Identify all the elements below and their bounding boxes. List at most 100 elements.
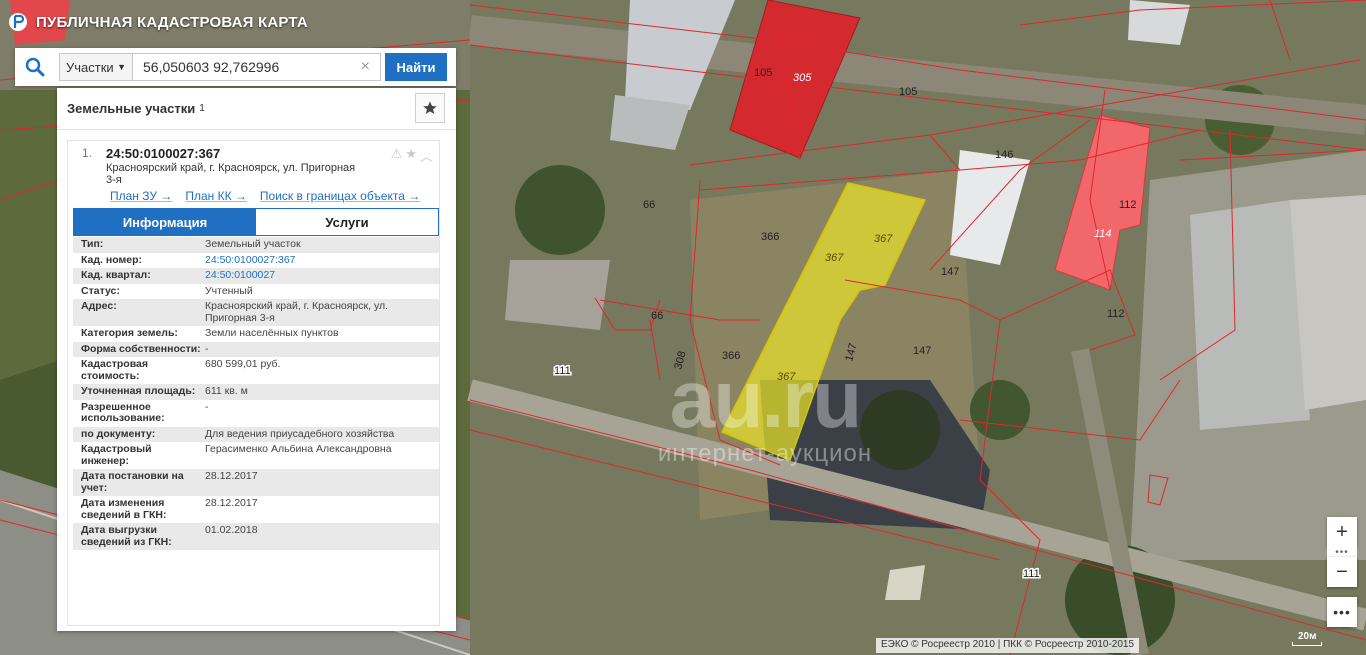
plot-label: 367 xyxy=(874,233,893,245)
plot-label: 66 xyxy=(643,199,655,211)
chevron-down-icon: ▼ xyxy=(117,62,126,72)
star-icon[interactable]: ★ xyxy=(405,146,417,165)
info-label: Кадастровый инженер: xyxy=(81,443,152,467)
chevron-up-icon[interactable]: ︿ xyxy=(420,146,433,165)
result-header: 1. 24:50:0100027:367 Красноярский край, … xyxy=(68,141,439,207)
info-row: Категория земель: Земли населённых пункто… xyxy=(73,326,439,342)
info-value: 01.02.2018 xyxy=(205,524,258,536)
info-row: Кад. квартал: 24:50:0100027 xyxy=(73,268,439,284)
results-panel: Земельные участки 1 1. 24:50:0100027:367… xyxy=(57,88,456,631)
zoom-out-button[interactable]: − xyxy=(1327,557,1357,587)
search-button[interactable]: Найти xyxy=(385,53,447,81)
info-label: Разрешенное использование: xyxy=(81,400,165,424)
info-value: Учтенный xyxy=(205,284,253,297)
plot-label: 147 xyxy=(843,342,859,363)
info-value: 611 кв. м xyxy=(205,385,248,397)
info-row: Статус: Учтенный xyxy=(73,283,439,299)
panel-title: Земельные участки xyxy=(67,101,196,116)
plot-label: 147 xyxy=(913,345,931,357)
plot-label: 66 xyxy=(651,310,663,322)
info-label: Уточненная площадь: xyxy=(81,385,196,397)
info-row: Разрешенное использование: - xyxy=(73,399,439,427)
info-label: Дата постановки на учет: xyxy=(81,470,184,494)
info-row: Уточненная площадь: 611 кв. м xyxy=(73,384,439,400)
info-label: по документу: xyxy=(81,427,156,440)
zoom-separator: ••• xyxy=(1327,547,1357,558)
info-label: Кадастровая стоимость: xyxy=(81,358,148,382)
info-row: Кад. номер: 24:50:0100027:367 xyxy=(73,252,439,268)
plot-label: 366 xyxy=(722,350,740,362)
info-value: 28.12.2017 xyxy=(205,497,258,509)
clear-icon[interactable]: × xyxy=(361,58,370,76)
info-row: Форма собственности: - xyxy=(73,341,439,357)
plot-label: 112 xyxy=(1107,308,1125,320)
info-table: Тип: Земельный участок Кад. номер: 24:50:01… xyxy=(73,237,439,550)
plot-label: 305 xyxy=(793,72,812,84)
panel-header: Земельные участки 1 xyxy=(57,88,456,130)
info-value-link[interactable]: 24:50:0100027:367 xyxy=(205,254,439,267)
map-attribution: ЕЭКО © Росреестр 2010 | ПКК © Росреестр … xyxy=(876,638,1140,653)
search-input[interactable]: 56,050603 92,762996 × xyxy=(133,53,381,81)
result-tabs: Информация Услуги xyxy=(73,208,439,236)
info-label: Кад. номер: xyxy=(81,253,143,266)
warning-icon[interactable]: ⚠ xyxy=(391,146,403,165)
plot-label: 105 xyxy=(899,86,917,98)
app-title: ПУБЛИЧНАЯ КАДАСТРОВАЯ КАРТА xyxy=(36,13,308,31)
plot-label: 367 xyxy=(777,371,796,383)
info-label: Дата изменения сведений в ГКН: xyxy=(81,497,167,521)
search-query: 56,050603 92,762996 xyxy=(143,59,280,75)
info-value: - xyxy=(205,400,209,413)
plot-label: 111 xyxy=(554,365,571,377)
info-value: Герасименко Альбина Александровна xyxy=(205,443,392,455)
info-label: Статус: xyxy=(81,284,120,297)
info-value: Для ведения приусадебного хозяйства xyxy=(205,427,395,440)
info-value: - xyxy=(205,342,209,355)
favorite-button[interactable] xyxy=(415,93,445,123)
info-row: Дата изменения сведений в ГКН: 28.12.2017 xyxy=(73,496,439,523)
zoom-in-button[interactable]: + xyxy=(1327,517,1357,547)
info-value: 28.12.2017 xyxy=(205,470,258,482)
info-value: Земельный участок xyxy=(205,238,301,250)
scale-bar xyxy=(1292,642,1322,646)
info-row: Адрес: Красноярский край, г. Красноярск, … xyxy=(73,299,439,326)
plot-label: 367 xyxy=(825,252,844,264)
tab-services[interactable]: Услуги xyxy=(256,209,438,235)
more-options-button[interactable]: ••• xyxy=(1327,597,1357,627)
result-cadastral-number[interactable]: 24:50:0100027:367 xyxy=(106,146,220,161)
tab-information[interactable]: Информация xyxy=(74,209,256,235)
star-icon xyxy=(423,101,437,114)
info-label: Адрес: xyxy=(81,300,117,312)
info-label: Дата выгрузки сведений из ГКН: xyxy=(81,524,172,548)
plot-label: 111 xyxy=(1023,568,1040,580)
search-bar: Участки ▼ 56,050603 92,762996 × Найти xyxy=(15,48,456,86)
search-type-label: Участки xyxy=(66,59,114,75)
result-actions: ⚠ ★ ︿ xyxy=(391,146,433,165)
info-row: Тип: Земельный участок xyxy=(73,237,439,253)
app-logo-icon[interactable] xyxy=(8,12,28,32)
info-row: по документу: Для ведения приусадебного х… xyxy=(73,426,439,442)
result-card: 1. 24:50:0100027:367 Красноярский край, … xyxy=(67,140,440,626)
plot-label: 366 xyxy=(761,231,779,243)
result-count: 1 xyxy=(199,103,205,114)
info-label: Тип: xyxy=(81,238,104,250)
result-links: План ЗУ → План КК → Поиск в границах объ… xyxy=(110,189,420,203)
result-address: Красноярский край, г. Красноярск, ул. Пр… xyxy=(106,162,356,186)
info-value-link[interactable]: 24:50:0100027 xyxy=(205,269,439,282)
info-label: Форма собственности: xyxy=(81,342,201,355)
plot-label: 105 xyxy=(754,67,772,79)
scale-label: 20м xyxy=(1298,631,1317,642)
info-label: Кад. квартал: xyxy=(81,269,151,281)
info-label: Категория земель: xyxy=(81,327,178,339)
info-row: Дата выгрузки сведений из ГКН: 01.02.2018 xyxy=(73,523,439,550)
plan-kk-link[interactable]: План КК → xyxy=(185,189,247,203)
search-type-select[interactable]: Участки ▼ xyxy=(59,53,133,81)
search-in-bounds-link[interactable]: Поиск в границах объекта → xyxy=(260,189,420,203)
info-value: Земли населённых пунктов xyxy=(205,327,339,339)
plan-zu-link[interactable]: План ЗУ → xyxy=(110,189,172,203)
search-icon[interactable] xyxy=(15,48,55,86)
info-row: Кадастровый инженер: Герасименко Альбина … xyxy=(73,442,439,469)
plot-label: 114 xyxy=(1094,228,1112,240)
plot-label: 112 xyxy=(1119,199,1137,211)
plot-label: 146 xyxy=(995,149,1013,161)
info-row: Кадастровая стоимость: 680 599,01 руб. xyxy=(73,357,439,384)
